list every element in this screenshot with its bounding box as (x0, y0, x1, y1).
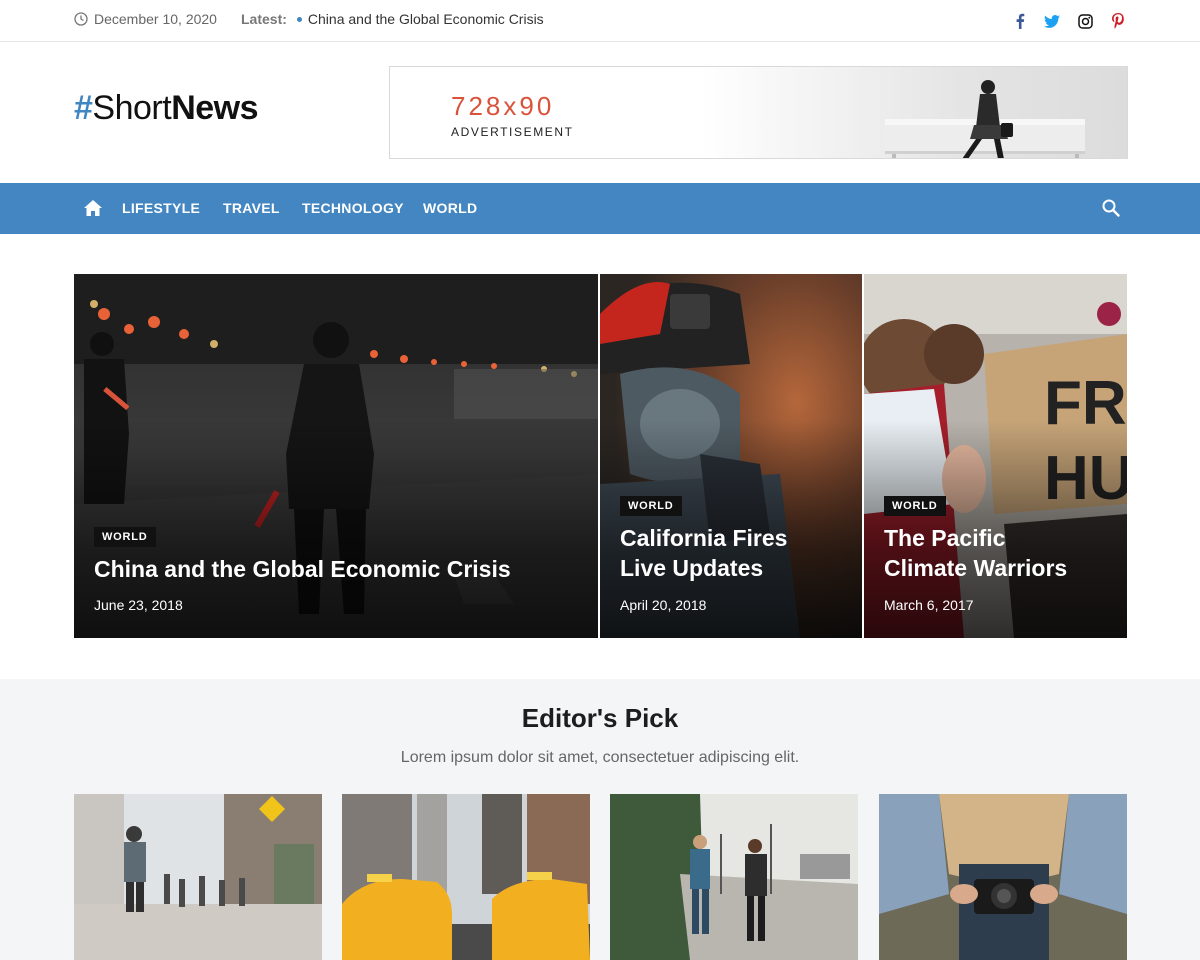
editors-pick-thumb-4[interactable] (879, 794, 1127, 960)
nav-item-lifestyle[interactable]: LIFESTYLE (122, 200, 200, 216)
editors-pick-thumb-3[interactable] (610, 794, 858, 960)
home-icon[interactable] (82, 198, 104, 218)
editors-pick-thumb-1[interactable] (74, 794, 322, 960)
twitter-icon[interactable] (1041, 10, 1063, 32)
ad-photo (885, 80, 1085, 158)
article-title-line-1[interactable]: The Pacific (884, 523, 1005, 553)
thumb-image-camera-girl (879, 794, 1127, 960)
category-badge[interactable]: WORLD (620, 496, 682, 516)
ad-label: ADVERTISEMENT (451, 125, 574, 139)
ad-size-label: 728x90 (451, 91, 555, 121)
latest-ticker: Latest: China and the Global Economic Cr… (241, 11, 544, 27)
thumb-image-street-crowd (74, 794, 322, 960)
instagram-icon[interactable] (1074, 10, 1096, 32)
category-badge[interactable]: WORLD (94, 527, 156, 547)
article-date: April 20, 2018 (620, 597, 707, 613)
advertisement-banner[interactable]: 728x90 ADVERTISEMENT (389, 66, 1128, 159)
bullet-icon (296, 16, 302, 22)
latest-label: Latest: (241, 11, 287, 27)
section-subheading: Lorem ipsum dolor sit amet, consectetuer… (400, 749, 800, 766)
featured-card-2[interactable]: WORLD California Fires Live Updates Apri… (600, 274, 862, 638)
top-bar: December 10, 2020 Latest: China and the … (0, 0, 1200, 42)
article-title-line-1[interactable]: California Fires (620, 523, 787, 553)
main-nav: LIFESTYLE TRAVEL TECHNOLOGY WORLD (0, 183, 1200, 234)
nav-item-world[interactable]: WORLD (423, 200, 477, 216)
logo-hash: # (74, 89, 93, 127)
thumb-image-couple-walking (610, 794, 858, 960)
featured-card-main[interactable]: WORLD China and the Global Economic Cris… (74, 274, 598, 638)
pinterest-icon[interactable] (1107, 10, 1129, 32)
article-title-line-2[interactable]: Live Updates (620, 553, 763, 583)
current-date: December 10, 2020 (74, 11, 217, 27)
article-title-line-2[interactable]: Climate Warriors (884, 553, 1067, 583)
logo-short: Short (92, 89, 172, 127)
date-text: December 10, 2020 (94, 11, 217, 27)
editors-pick-thumb-2[interactable] (342, 794, 590, 960)
nav-item-travel[interactable]: TRAVEL (223, 200, 280, 216)
article-date: March 6, 2017 (884, 597, 974, 613)
latest-headline-link[interactable]: China and the Global Economic Crisis (308, 11, 544, 27)
editors-pick-section: Editor's Pick Lorem ipsum dolor sit amet… (0, 679, 1200, 960)
article-date: June 23, 2018 (94, 597, 183, 613)
category-badge[interactable]: WORLD (884, 496, 946, 516)
article-title[interactable]: China and the Global Economic Crisis (94, 554, 584, 584)
thumb-image-taxi (342, 794, 590, 960)
clock-icon (74, 12, 88, 26)
featured-card-3[interactable]: FR HU WORLD The Pacific Climate Warriors… (864, 274, 1127, 638)
site-logo[interactable]: #ShortNews (74, 88, 259, 128)
logo-news: News (171, 89, 259, 127)
facebook-icon[interactable] (1009, 10, 1031, 32)
section-heading: Editor's Pick (521, 703, 679, 733)
search-icon[interactable] (1101, 198, 1123, 220)
nav-item-technology[interactable]: TECHNOLOGY (302, 200, 404, 216)
